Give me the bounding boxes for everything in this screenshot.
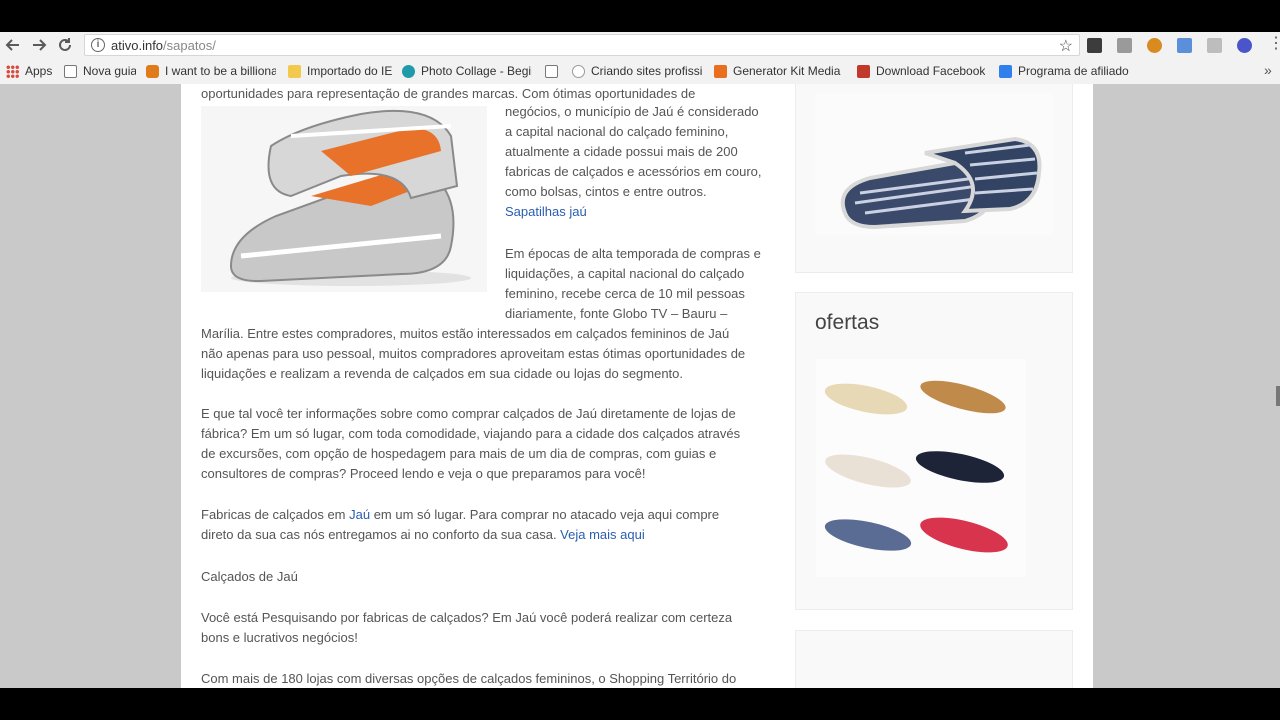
sidebar-widget-ofertas: ofertas [795,292,1073,610]
article-text: Fabricas de calçados em Jaú em um só lug… [201,505,719,525]
bookmark-item[interactable]: Generator Kit Media - [714,63,844,79]
article-text: de excursões, com opção de hospedagem pa… [201,446,717,461]
c-logo-icon [402,64,415,78]
article-subheading: Calçados de Jaú [201,569,298,584]
apps-grid-icon [6,64,19,78]
text-span: direto da sua cas nós entregamos ai no c… [201,527,561,542]
article-text: Você está Pesquisando por fabricas de ca… [201,610,733,625]
url-text: ativo.info/sapatos/ [111,38,216,53]
article-text: Em épocas de alta temporada de compras e [505,246,761,261]
article-text: a capital nacional do calçado feminino, [505,124,729,139]
navigation-bar: i ativo.info/sapatos/ ☆ ⋮ [0,32,1280,58]
article-text: Com mais de 180 lojas com diversas opçõe… [201,671,737,686]
ofertas-heading: ofertas [815,311,880,334]
extension-at-icon[interactable] [1237,38,1252,53]
back-arrow-icon[interactable] [4,36,22,54]
bookmark-label: Download Facebook, [876,64,985,78]
browser-menu-icon[interactable]: ⋮ [1268,36,1280,52]
bookmarks-bar: Apps Nova guia I want to be a billiona I… [0,60,1280,82]
bookmark-item[interactable] [545,63,561,79]
article-text: feminino, recebe cerca de 10 mil pessoas [505,286,745,301]
info-icon[interactable]: i [91,38,105,52]
sapatilhas-jau-link[interactable]: Sapatilhas jaú [505,204,587,219]
extension-gear-icon[interactable] [1147,38,1162,53]
forward-arrow-icon[interactable] [30,36,48,54]
browser-chrome: i ativo.info/sapatos/ ☆ ⋮ Apps Nova guia… [0,32,1280,84]
article-text: liquidações e realizam a revenda de calç… [201,366,684,381]
screen-bottom-border [0,688,1280,720]
silver-shoes-image [201,106,487,292]
bookmark-item[interactable]: Criando sites profissic [572,63,702,79]
text-span: Fabricas de calçados em [201,507,350,522]
veja-mais-link[interactable]: Veja mais aqui [560,527,645,542]
reload-icon[interactable] [56,36,74,54]
bookmark-star-icon[interactable]: ☆ [1059,36,1073,56]
ofertas-shoes-image[interactable] [816,359,1026,577]
bookmark-apps[interactable]: Apps [6,63,52,79]
sidebar-widget-next [795,630,1073,688]
video-icon [857,64,870,78]
article-text: oportunidades para representação de gran… [201,86,696,101]
striped-shoes-image[interactable] [815,93,1053,235]
extension-k-icon[interactable] [1117,38,1132,53]
extension-grey-icon[interactable] [1207,38,1222,53]
bookmark-label: I want to be a billiona [165,64,276,78]
article-text: liquidações, a capital nacional do calça… [505,266,745,281]
article-text: atualmente a cidade possui mais de 200 [505,144,738,159]
page-icon [64,64,77,78]
jau-link[interactable]: Jaú [349,507,370,522]
content-area: oportunidades para representação de gran… [181,84,1093,688]
extension-m-icon[interactable] [1087,38,1102,53]
bookmark-label: Importado do IE [307,64,392,78]
bookmark-label: Generator Kit Media - [733,64,844,78]
bookmark-label: Criando sites profissic [591,64,702,78]
bookmark-item[interactable]: Nova guia [64,63,136,79]
bookmark-item[interactable]: Photo Collage - Begin [402,63,532,79]
play-icon [572,64,585,78]
shield-icon [146,64,159,78]
article-text: diariamente, fonte Globo TV – Bauru – [505,306,728,321]
bookmark-label: Apps [25,64,53,78]
bookmark-item[interactable]: Importado do IE [288,63,392,79]
cart-icon [999,64,1012,78]
article-text: negócios, o município de Jaú é considera… [505,104,759,119]
url-path: /sapatos/ [163,38,216,53]
bookmark-item[interactable]: Download Facebook, [857,63,985,79]
article-text: fábrica? Em um só lugar, com toda comodi… [201,426,741,441]
sidebar-widget-product [795,84,1073,273]
bookmark-label: Nova guia [83,64,136,78]
article-text: Sapatilhas jaú [505,202,587,222]
bookmark-item[interactable]: I want to be a billiona [146,63,276,79]
article-text: consultores de compras? Proceed lendo e … [201,466,646,481]
article-text: E que tal você ter informações sobre com… [201,406,736,421]
scrollbar-thumb[interactable] [1276,386,1280,406]
article-text: bons e lucrativos negócios! [201,630,358,645]
article-text: fabricas de calçados e acessórios em cou… [505,164,762,179]
bookmark-item[interactable]: Programa de afiliado: [999,63,1129,79]
article-text: direto da sua cas nós entregamos ai no c… [201,525,645,545]
extension-window-icon[interactable] [1177,38,1192,53]
screen-top-border [0,0,1280,32]
address-bar[interactable]: i ativo.info/sapatos/ ☆ [84,34,1080,56]
article-text: não apenas para uso pessoal, muitos comp… [201,346,746,361]
url-host: ativo.info [111,38,164,53]
bookmark-label: Programa de afiliado: [1018,64,1129,78]
text-span: em um só lugar. Para comprar no atacado … [370,507,720,522]
article-text: como bolsas, cintos e entre outros. [505,184,707,199]
bookmarks-overflow-icon[interactable]: » [1264,62,1272,78]
page-icon [545,64,558,78]
mf-logo-icon [714,64,727,78]
folder-icon [288,64,301,78]
web-page: oportunidades para representação de gran… [0,84,1280,688]
article-text: Marília. Entre estes compradores, muitos… [201,326,730,341]
bookmark-label: Photo Collage - Begin [421,64,532,78]
